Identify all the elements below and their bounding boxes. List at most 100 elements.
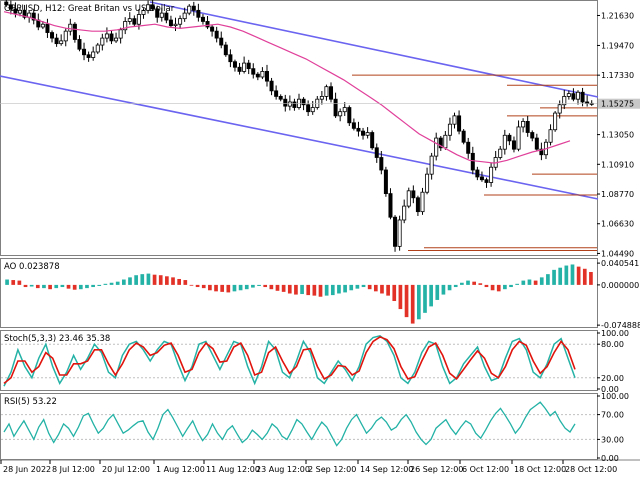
ao-bar <box>380 284 384 294</box>
candle <box>475 166 480 181</box>
candle <box>255 72 260 81</box>
candle <box>274 85 279 100</box>
candle-bull-body <box>127 18 132 22</box>
candle <box>383 166 388 197</box>
ao-bar <box>509 284 513 288</box>
ao-bar <box>171 277 175 285</box>
rsi-tick-label: 0.00 <box>601 454 619 463</box>
candle <box>196 3 201 22</box>
stoch-tick-label: 80.00 <box>601 340 624 349</box>
candle-bull-body <box>296 98 302 108</box>
ao-bar <box>515 283 520 285</box>
candle-bear-body <box>164 12 169 21</box>
x-tick-label: 2 Sep 12:00 <box>308 465 356 474</box>
rsi-tick-label: 30.00 <box>601 435 624 444</box>
ao-bar <box>97 284 102 286</box>
candle-bear-body <box>585 101 590 104</box>
ao-bar <box>318 284 323 297</box>
ao-bar <box>558 267 563 285</box>
ao-bar <box>5 279 9 285</box>
candle <box>356 121 361 137</box>
ao-bar <box>109 282 114 285</box>
candle-bull-body <box>338 111 343 117</box>
candle-bull-body <box>402 205 407 221</box>
candle <box>466 137 471 159</box>
stoch-tick-label: 20.00 <box>601 374 624 383</box>
ao-bar <box>134 275 138 285</box>
candle <box>402 199 407 224</box>
candle-bear-body <box>274 90 279 97</box>
ao-bar <box>447 284 452 291</box>
ao-bar <box>466 280 470 285</box>
x-tick-label: 28 Jun 2022 <box>3 465 51 474</box>
candle <box>534 133 539 152</box>
ao-bar <box>294 284 298 295</box>
candle-bear-body <box>168 19 173 27</box>
candle-bear-body <box>479 176 484 181</box>
candle <box>292 98 297 111</box>
candle <box>406 187 411 209</box>
ao-bar <box>546 274 550 285</box>
candle-bear-body <box>223 44 228 56</box>
candle <box>539 142 544 161</box>
x-tick-label: 11 Aug 12:00 <box>206 465 260 474</box>
candle <box>287 95 292 111</box>
candle <box>553 110 558 132</box>
candle <box>242 56 247 74</box>
candle <box>223 41 228 57</box>
candle <box>443 130 448 150</box>
candle-bear-body <box>461 130 466 143</box>
candle <box>232 59 237 72</box>
x-tick-label: 23 Aug 12:00 <box>256 465 310 474</box>
candle-bear-body <box>50 32 55 39</box>
candle <box>370 130 375 150</box>
candle <box>246 59 251 75</box>
candle-bear-body <box>45 23 50 33</box>
candle <box>36 13 41 31</box>
candle-bear-body <box>507 134 512 142</box>
candle <box>329 82 334 103</box>
candle <box>324 84 329 101</box>
candle <box>461 129 466 145</box>
candle-bear-body <box>411 190 416 199</box>
candle <box>50 30 55 43</box>
ao-bar <box>189 284 194 286</box>
candle-bear-body <box>511 140 516 150</box>
ao-bar <box>300 284 304 295</box>
candle-bear-body <box>388 193 393 218</box>
candle <box>296 93 302 110</box>
candle <box>589 100 594 106</box>
price-tick-label: 1.04490 <box>601 249 634 258</box>
ao-bar <box>54 284 59 289</box>
channel-upper-line <box>149 1 599 98</box>
candle-bear-body <box>82 48 87 56</box>
ao-bar <box>208 284 212 291</box>
x-tick-label: 8 Jul 12:00 <box>52 465 95 474</box>
candle-bull-body <box>489 166 494 183</box>
candle <box>365 127 370 139</box>
candle-bull-body <box>447 123 452 136</box>
ao-bar <box>11 280 16 285</box>
candle <box>516 120 521 152</box>
ao-bar <box>306 284 311 296</box>
ao-bar <box>232 284 237 292</box>
candle-bear-body <box>232 61 237 68</box>
candle-bear-body <box>269 80 274 92</box>
candle <box>575 90 580 105</box>
candle <box>502 129 507 155</box>
ao-bar <box>177 278 181 285</box>
candle <box>319 90 324 105</box>
x-tick-label: 26 Sep 12:00 <box>410 465 463 474</box>
ao-bar <box>146 273 151 285</box>
ao-bar <box>552 269 556 285</box>
ao-bar <box>521 280 526 285</box>
candle-bull-body <box>40 23 45 28</box>
candle-bear-body <box>356 127 361 132</box>
candle <box>205 16 210 30</box>
candle-bear-body <box>571 93 576 100</box>
rsi-plot <box>1 401 597 447</box>
candle <box>104 27 109 43</box>
candle-bear-body <box>306 104 311 113</box>
ao-bar <box>435 284 440 300</box>
candle-bull-body <box>114 37 119 42</box>
